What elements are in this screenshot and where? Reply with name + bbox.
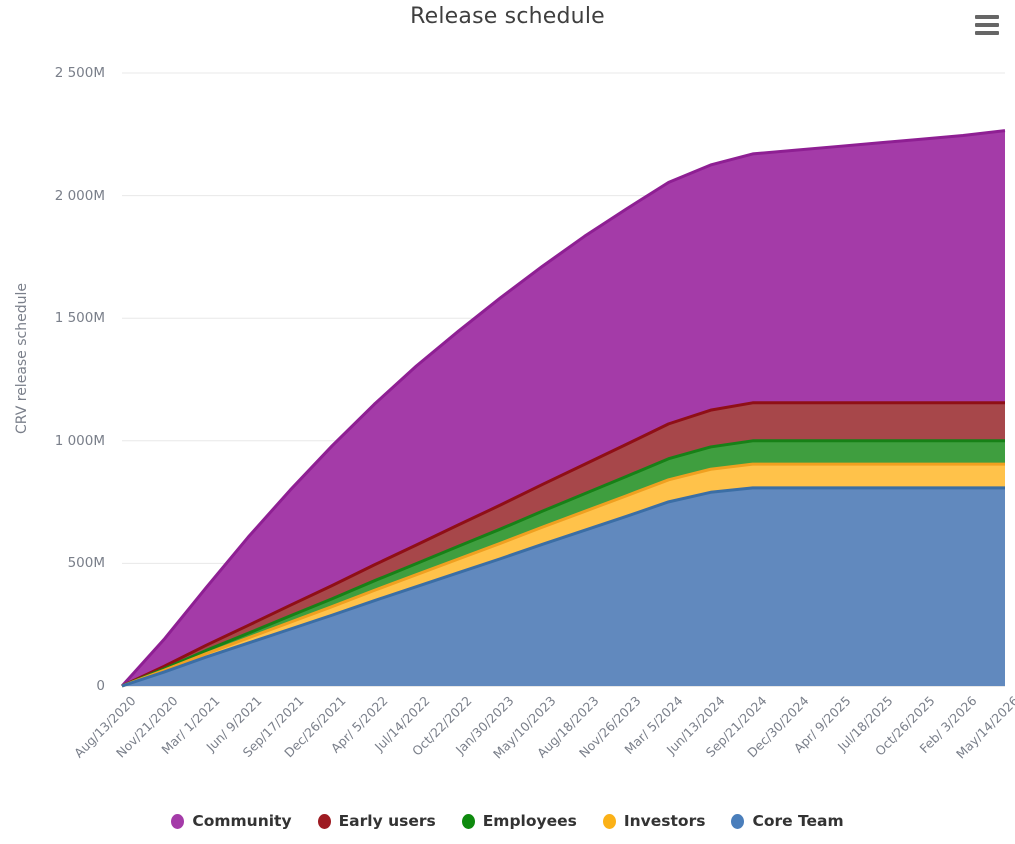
- stacked-area-plot: [120, 72, 1006, 688]
- plot-area: [120, 72, 1006, 688]
- legend-color-dot: [317, 813, 331, 829]
- legend-label: Community: [192, 812, 292, 830]
- legend-label: Investors: [623, 812, 706, 830]
- legend-color-dot: [602, 813, 616, 829]
- legend-color-dot: [171, 813, 185, 829]
- chart-container: Release schedule CRV release schedule 05…: [0, 0, 1015, 844]
- legend-label: Early users: [338, 812, 436, 830]
- legend-item-core-team[interactable]: Core Team: [731, 812, 844, 830]
- chart-legend: Community Early users Employees Investors Co…: [0, 812, 1015, 830]
- legend-item-investors[interactable]: Investors: [602, 812, 706, 830]
- legend-label: Core Team: [752, 812, 844, 830]
- legend-color-dot: [731, 813, 745, 829]
- legend-color-dot: [461, 813, 475, 829]
- legend-item-community[interactable]: Community: [171, 812, 292, 830]
- legend-item-employees[interactable]: Employees: [461, 812, 577, 830]
- legend-label: Employees: [482, 812, 577, 830]
- legend-item-early-users[interactable]: Early users: [317, 812, 436, 830]
